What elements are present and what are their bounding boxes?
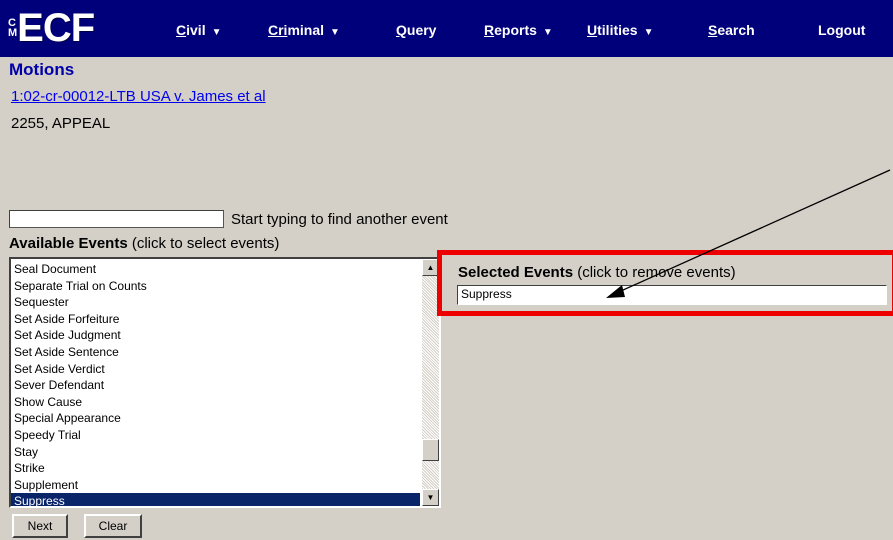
list-item[interactable]: Seal Document <box>11 261 420 278</box>
menu-label: Logout <box>818 22 866 38</box>
list-item[interactable]: Supplement <box>11 477 420 494</box>
menu-accesskey: C <box>176 22 187 38</box>
menu-label: minal <box>287 22 325 38</box>
available-events-items: Seal Document Separate Trial on Counts Seq… <box>11 261 420 506</box>
available-events-hint: (click to select events) <box>131 235 280 252</box>
event-search-input[interactable] <box>9 210 224 228</box>
chevron-down-icon: ▼ <box>542 27 553 38</box>
triangle-down-icon: ▼ <box>426 493 435 502</box>
menu-criminal[interactable]: Criminal ▼ <box>268 22 340 38</box>
menu-label: earch <box>717 22 755 38</box>
menu-label: eports <box>494 22 537 38</box>
menu-query[interactable]: Query <box>396 22 436 38</box>
list-item[interactable]: Show Cause <box>11 394 420 411</box>
scroll-down-button[interactable]: ▼ <box>422 489 439 506</box>
available-events-list[interactable]: Seal Document Separate Trial on Counts Seq… <box>9 257 441 508</box>
list-item[interactable]: Speedy Trial <box>11 427 420 444</box>
cmecf-logo: C M ECF <box>8 5 95 50</box>
highlight-box <box>437 250 893 316</box>
menu-reports[interactable]: Reports ▼ <box>484 22 553 38</box>
menu-label: ivil <box>186 22 206 38</box>
chevron-down-icon: ▼ <box>643 27 654 38</box>
case-info: 2255, APPEAL <box>11 115 111 132</box>
list-item[interactable]: Sequester <box>11 294 420 311</box>
triangle-up-icon: ▲ <box>426 263 435 272</box>
list-item[interactable]: Set Aside Forfeiture <box>11 311 420 328</box>
menu-accesskey: U <box>587 22 598 38</box>
list-item[interactable]: Set Aside Verdict <box>11 361 420 378</box>
menu-logout[interactable]: Logout <box>818 22 865 38</box>
logo-text: ECF <box>17 5 95 50</box>
menu-civil[interactable]: Civil ▼ <box>176 22 222 38</box>
menu-accesskey: Cri <box>268 22 288 38</box>
top-navigation-bar: C M ECF Civil ▼ Criminal ▼ Query Reports ▼ Util… <box>0 0 893 57</box>
list-item[interactable]: Suppress <box>11 493 420 506</box>
chevron-down-icon: ▼ <box>330 27 340 38</box>
logo-prefix-m: M <box>8 27 17 39</box>
next-button[interactable]: Next <box>12 514 68 538</box>
menu-accesskey: S <box>708 22 718 38</box>
case-link[interactable]: 1:02-cr-00012-LTB USA v. James et al <box>11 88 266 105</box>
list-item[interactable]: Separate Trial on Counts <box>11 278 420 295</box>
menu-label: tilities <box>597 22 638 38</box>
list-item[interactable]: Set Aside Judgment <box>11 327 420 344</box>
list-item[interactable]: Special Appearance <box>11 410 420 427</box>
event-search-label: Start typing to find another event <box>231 211 448 228</box>
page-title: Motions <box>9 60 75 79</box>
logo-prefix: C M <box>8 18 17 39</box>
list-item[interactable]: Strike <box>11 460 420 477</box>
menu-accesskey: R <box>484 22 495 38</box>
menu-accesskey: Q <box>396 22 407 38</box>
list-item[interactable]: Stay <box>11 444 420 461</box>
chevron-down-icon: ▼ <box>211 27 222 38</box>
available-events-heading: Available Events <box>9 235 128 252</box>
menu-label: uery <box>406 22 437 38</box>
list-item[interactable]: Set Aside Sentence <box>11 344 420 361</box>
clear-button[interactable]: Clear <box>84 514 142 538</box>
menu-search[interactable]: Search <box>708 22 755 38</box>
available-events-label: Available Events (click to select events… <box>9 235 279 252</box>
list-item[interactable]: Sever Defendant <box>11 377 420 394</box>
scroll-thumb[interactable] <box>422 439 439 461</box>
menu-utilities[interactable]: Utilities ▼ <box>587 22 654 38</box>
